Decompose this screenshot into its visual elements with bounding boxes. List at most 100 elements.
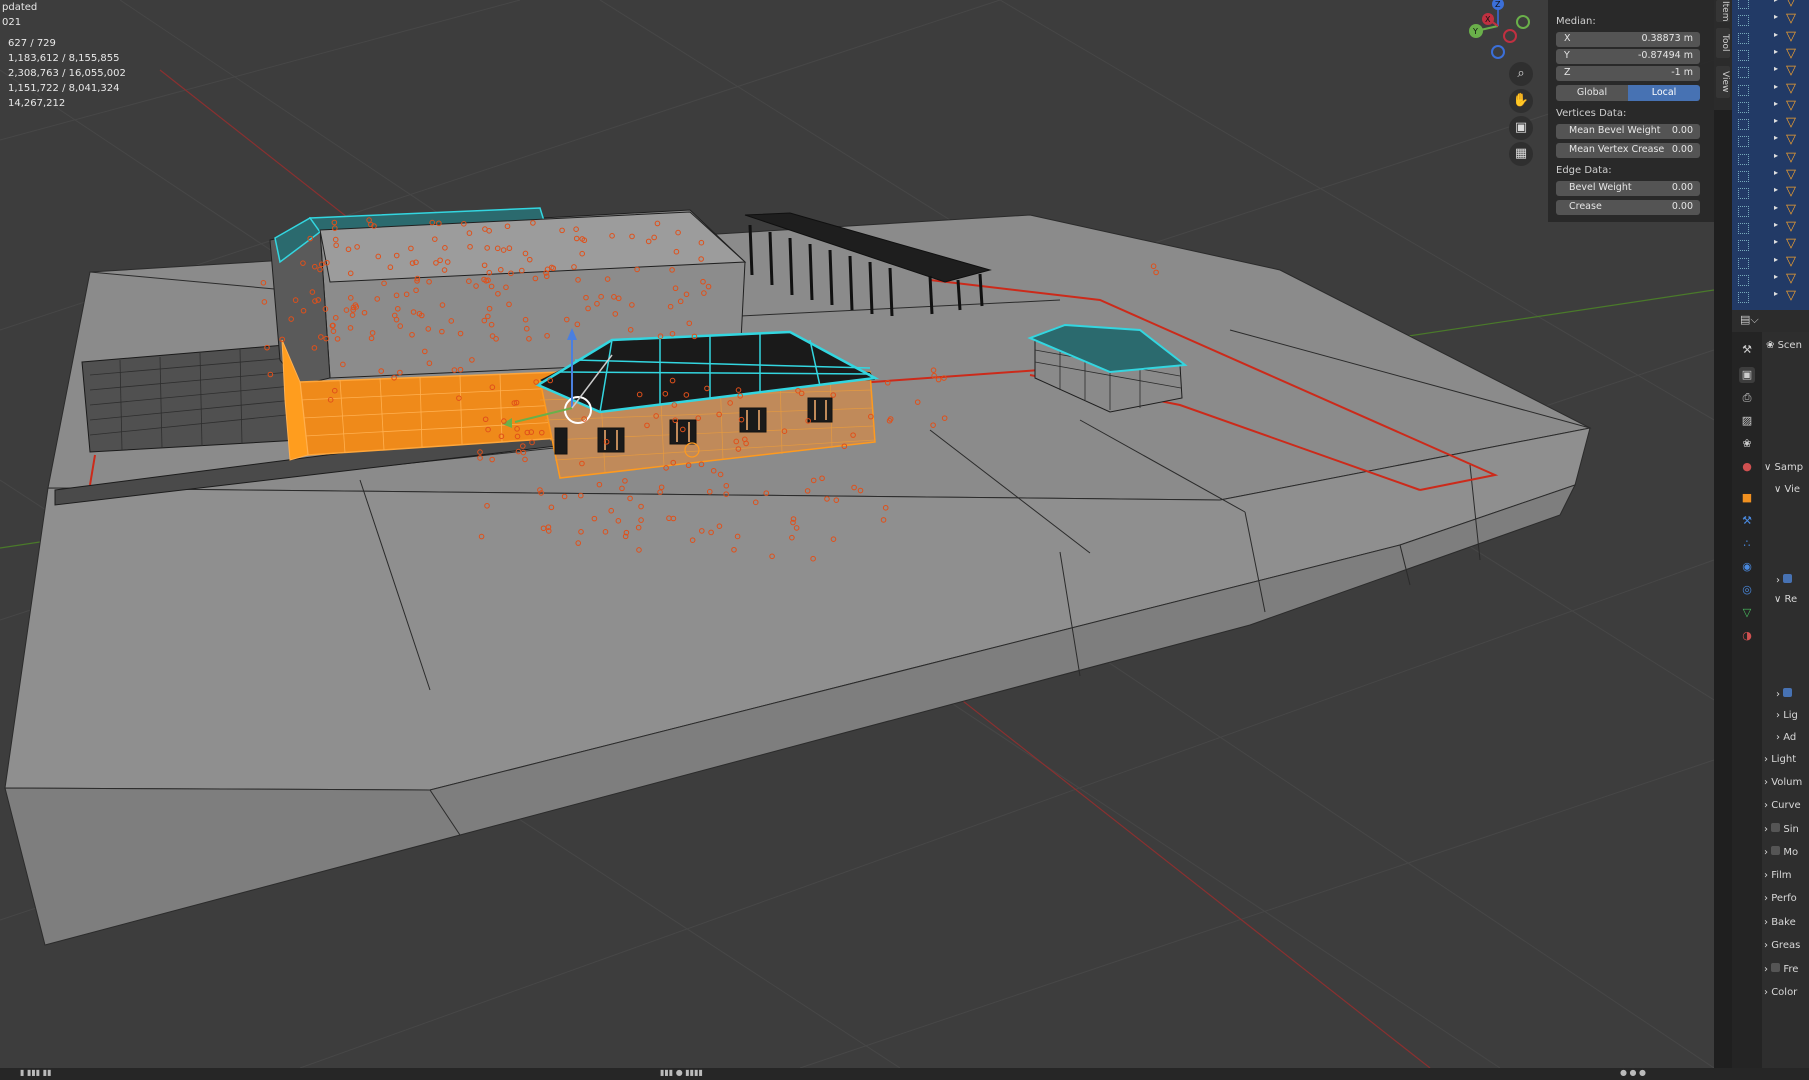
checkbox-icon[interactable]: [1771, 963, 1781, 972]
local-button[interactable]: Local: [1628, 85, 1700, 101]
pan-hand-icon[interactable]: ✋: [1509, 89, 1533, 113]
panel-grease-pencil[interactable]: › Greas: [1764, 940, 1800, 951]
expand-arrow-icon[interactable]: ▸: [1774, 12, 1778, 21]
outliner-row[interactable]: ▸▽: [1732, 132, 1809, 149]
panel-performance[interactable]: › Perfo: [1764, 893, 1797, 904]
panel-sampling[interactable]: ∨ Samp: [1764, 462, 1803, 473]
expand-arrow-icon[interactable]: ▸: [1774, 30, 1778, 39]
expand-arrow-icon[interactable]: ▸: [1774, 272, 1778, 281]
median-y-field[interactable]: Y -0.87494 m: [1556, 49, 1700, 64]
outliner-row[interactable]: ▸▽: [1732, 254, 1809, 271]
outliner-row[interactable]: ▸▽: [1732, 236, 1809, 253]
expand-arrow-icon[interactable]: ▸: [1774, 203, 1778, 212]
neg-x-axis-icon[interactable]: [1503, 29, 1517, 43]
outliner-row[interactable]: ▸▽: [1732, 184, 1809, 201]
neg-z-axis-icon[interactable]: [1491, 45, 1505, 59]
properties-content: ❀ Scen ∨ Samp ∨ Vie › ∨ Re › › Lig › Ad …: [1762, 332, 1809, 1068]
checkbox-icon[interactable]: [1771, 846, 1781, 855]
panel-denoise-render[interactable]: ›: [1776, 688, 1793, 700]
navigation-gizmo[interactable]: Z Y X: [1460, 0, 1530, 62]
camera-icon[interactable]: ▣: [1509, 116, 1533, 140]
panel-film[interactable]: › Film: [1764, 870, 1792, 881]
output-props-icon[interactable]: ⎙: [1739, 390, 1755, 406]
bevel-weight-field[interactable]: Bevel Weight 0.00: [1556, 181, 1700, 196]
outliner-row[interactable]: ▸▽: [1732, 46, 1809, 63]
vertex-dot: [439, 302, 446, 308]
mean-vertex-crease-field[interactable]: Mean Vertex Crease 0.00: [1556, 143, 1700, 158]
panel-color-management[interactable]: › Color: [1764, 987, 1797, 998]
median-x-field[interactable]: X 0.38873 m: [1556, 32, 1700, 47]
material-props-icon[interactable]: ◑: [1739, 628, 1755, 644]
expand-arrow-icon[interactable]: ▸: [1774, 289, 1778, 298]
outliner-row[interactable]: ▸▽: [1732, 219, 1809, 236]
expand-arrow-icon[interactable]: ▸: [1774, 133, 1778, 142]
outliner-row[interactable]: ▸▽: [1732, 11, 1809, 28]
expand-arrow-icon[interactable]: ▸: [1774, 220, 1778, 229]
expand-arrow-icon[interactable]: ▸: [1774, 255, 1778, 264]
view-layer-props-icon[interactable]: ▨: [1739, 413, 1755, 429]
constraints-props-icon[interactable]: ◎: [1739, 582, 1755, 598]
panel-light-paths[interactable]: › Light: [1764, 754, 1796, 765]
expand-arrow-icon[interactable]: ▸: [1774, 116, 1778, 125]
editor-type-icon[interactable]: ▤⌵: [1740, 313, 1759, 327]
3d-viewport[interactable]: pdated 021 627 / 729 1,183,612 / 8,155,8…: [0, 0, 1714, 1068]
zoom-icon[interactable]: ⌕: [1509, 62, 1533, 86]
panel-render[interactable]: ∨ Re: [1774, 594, 1797, 605]
expand-arrow-icon[interactable]: ▸: [1774, 0, 1778, 4]
tool-props-icon[interactable]: ⚒: [1739, 342, 1755, 358]
expand-arrow-icon[interactable]: ▸: [1774, 168, 1778, 177]
expand-arrow-icon[interactable]: ▸: [1774, 47, 1778, 56]
panel-advanced[interactable]: › Ad: [1776, 732, 1796, 743]
scene-props-icon[interactable]: ❀: [1739, 436, 1755, 452]
expand-arrow-icon[interactable]: ▸: [1774, 151, 1778, 160]
object-props-icon[interactable]: ■: [1739, 490, 1755, 506]
panel-curves[interactable]: › Curve: [1764, 800, 1801, 811]
outliner-row[interactable]: ▸▽: [1732, 115, 1809, 132]
panel-viewport[interactable]: ∨ Vie: [1774, 484, 1800, 495]
panel-light-tree[interactable]: › Lig: [1776, 710, 1798, 721]
expand-arrow-icon[interactable]: ▸: [1774, 237, 1778, 246]
data-props-icon[interactable]: ▽: [1739, 605, 1755, 621]
outliner-row[interactable]: ▸▽: [1732, 98, 1809, 115]
outliner-row[interactable]: ▸▽: [1732, 0, 1809, 11]
neg-y-axis-icon[interactable]: [1516, 15, 1530, 29]
render-props-icon[interactable]: ▣: [1739, 367, 1755, 383]
expand-arrow-icon[interactable]: ▸: [1774, 82, 1778, 91]
outliner-row[interactable]: ▸▽: [1732, 167, 1809, 184]
tab-tool[interactable]: Tool: [1716, 28, 1730, 58]
panel-bake[interactable]: › Bake: [1764, 917, 1796, 928]
physics-props-icon[interactable]: ◉: [1739, 559, 1755, 575]
panel-simplify[interactable]: › Sin: [1764, 823, 1799, 835]
crease-field[interactable]: Crease 0.00: [1556, 200, 1700, 215]
panel-motion-blur[interactable]: › Mo: [1764, 846, 1798, 858]
expand-arrow-icon[interactable]: ▸: [1774, 99, 1778, 108]
outliner-row[interactable]: ▸▽: [1732, 150, 1809, 167]
outliner-row[interactable]: ▸▽: [1732, 288, 1809, 305]
expand-arrow-icon[interactable]: ▸: [1774, 185, 1778, 194]
median-z-field[interactable]: Z -1 m: [1556, 66, 1700, 81]
world-props-icon[interactable]: ●: [1739, 459, 1755, 475]
modifier-props-icon[interactable]: ⚒: [1739, 513, 1755, 529]
expand-arrow-icon[interactable]: ▸: [1774, 64, 1778, 73]
outliner-row[interactable]: ▸▽: [1732, 29, 1809, 46]
vertex-dot: [629, 302, 635, 308]
vertex-dot: [882, 504, 889, 511]
outliner-row[interactable]: ▸▽: [1732, 81, 1809, 98]
panel-freestyle[interactable]: › Fre: [1764, 963, 1798, 975]
checkbox-icon[interactable]: [1783, 574, 1793, 583]
vertex-dot: [669, 330, 676, 337]
grid-icon[interactable]: ▦: [1509, 142, 1533, 166]
tab-view[interactable]: View: [1716, 66, 1730, 98]
panel-denoise-viewport[interactable]: ›: [1776, 574, 1793, 586]
mean-bevel-weight-field[interactable]: Mean Bevel Weight 0.00: [1556, 124, 1700, 139]
tab-item[interactable]: Item: [1716, 0, 1730, 22]
panel-volumes[interactable]: › Volum: [1764, 777, 1802, 788]
checkbox-icon[interactable]: [1783, 688, 1793, 697]
outliner-row[interactable]: ▸▽: [1732, 271, 1809, 288]
global-button[interactable]: Global: [1556, 85, 1628, 101]
checkbox-icon[interactable]: [1771, 823, 1781, 832]
outliner-row[interactable]: ▸▽: [1732, 63, 1809, 80]
outliner-row[interactable]: ▸▽: [1732, 202, 1809, 219]
outliner[interactable]: ▸▽▸▽▸▽▸▽▸▽▸▽▸▽▸▽▸▽▸▽▸▽▸▽▸▽▸▽▸▽▸▽▸▽▸▽: [1732, 0, 1809, 310]
particles-props-icon[interactable]: ∴: [1739, 536, 1755, 552]
